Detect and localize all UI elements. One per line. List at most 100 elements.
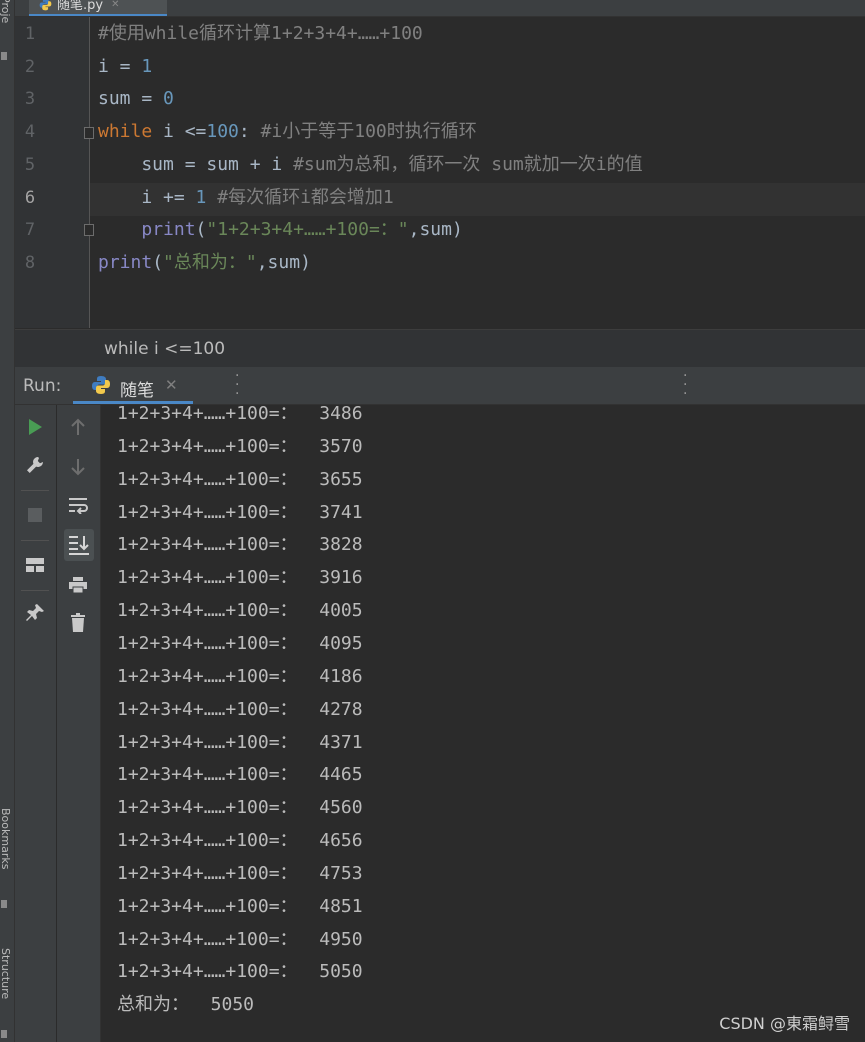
code-token: ( (195, 219, 207, 241)
bookmarks-tool-icon (1, 900, 7, 908)
code-line[interactable]: i = 1 (98, 55, 152, 79)
code-line[interactable]: sum = 0 (98, 87, 174, 111)
code-token: #使用while循环计算1+2+3+4+……+100 (98, 23, 423, 44)
console-line: 1+2+3+4+……+100=： 3916 (117, 567, 363, 589)
line-number: 5 (24, 154, 36, 175)
soft-wrap-icon[interactable] (64, 491, 92, 519)
run-toolbar-secondary (57, 405, 101, 1042)
console-line: 1+2+3+4+……+100=： 4656 (117, 830, 363, 852)
file-tab[interactable]: 随笔.py ✕ (29, 0, 167, 16)
run-tool-header: Run: 随笔 ✕ · · · · · · (15, 367, 865, 405)
breadcrumb-item[interactable]: while i <=100 (104, 339, 225, 359)
toolbar-separator (21, 540, 49, 541)
code-line[interactable]: while i <=100: #i小于等于100时执行循环 (98, 120, 477, 144)
code-token: #每次循环i都会增加1 (217, 186, 394, 208)
code-token: #sum为总和，循环一次 sum就加一次i的值 (293, 153, 643, 175)
python-run-icon (92, 376, 110, 394)
toolbar-separator (21, 490, 49, 491)
run-label: Run: (23, 376, 62, 396)
fold-open-icon[interactable] (84, 127, 94, 139)
close-run-tab-icon[interactable]: ✕ (165, 376, 178, 394)
project-tool-tab[interactable]: Proje (0, 0, 12, 23)
close-tab-icon[interactable]: ✕ (111, 0, 119, 10)
code-token: 1 (195, 186, 207, 208)
options-menu-icon[interactable]: · · · (683, 369, 687, 401)
code-line[interactable]: print("总和为：",sum) (98, 251, 311, 275)
code-token: "总和为：" (163, 251, 257, 273)
wrench-icon[interactable] (21, 451, 49, 479)
code-token: sum = (98, 88, 164, 110)
scroll-to-end-icon[interactable] (64, 529, 94, 561)
code-token: i = (98, 55, 142, 77)
code-token: sum = sum + i (98, 153, 294, 175)
structure-tool-tab[interactable]: Structure (0, 948, 12, 999)
code-line[interactable]: print("1+2+3+4+……+100=：",sum) (98, 218, 463, 242)
run-config-tab[interactable]: 随笔 ✕ (73, 367, 193, 404)
code-token: ,sum) (408, 219, 463, 241)
code-token: "1+2+3+4+……+100=：" (206, 219, 409, 241)
file-tab-label: 随笔.py (57, 0, 104, 13)
code-token: ,sum) (256, 251, 311, 273)
drag-handle-icon[interactable]: · · · (235, 369, 239, 401)
code-token: print (98, 251, 153, 273)
project-tool-icon (1, 52, 7, 60)
fold-end-icon[interactable] (84, 224, 94, 236)
console-line: 1+2+3+4+……+100=： 4753 (117, 862, 363, 884)
bookmarks-tool-tab[interactable]: Bookmarks (0, 808, 12, 869)
code-token: ( (152, 251, 164, 273)
run-toolbar-primary (15, 405, 57, 1042)
run-tab-label: 随笔 (120, 381, 154, 401)
line-number: 1 (24, 24, 36, 44)
side-tool-strip: Proje Bookmarks Structure (0, 0, 15, 1042)
console-line: 1+2+3+4+……+100=： 4560 (117, 797, 363, 819)
arrow-down-icon[interactable] (64, 453, 92, 481)
console-line: 1+2+3+4+……+100=： 4851 (117, 895, 363, 917)
line-number: 7 (24, 220, 36, 241)
console-line: 1+2+3+4+……+100=： 3486 (117, 405, 363, 424)
console-line: 1+2+3+4+……+100=： 3655 (117, 468, 363, 490)
structure-tool-icon (1, 1030, 7, 1038)
print-icon[interactable] (64, 571, 92, 599)
code-editor[interactable]: #使用while循环计算1+2+3+4+……+100 i = 1 sum = 0 wh… (15, 17, 865, 328)
editor-tab-bar: 随笔.py ✕ (15, 0, 865, 17)
code-token: : (238, 121, 261, 143)
line-number: 6 (24, 187, 36, 208)
console-line: 1+2+3+4+……+100=： 4278 (117, 698, 363, 720)
console-line: 1+2+3+4+……+100=： 3828 (117, 534, 363, 556)
code-token: 1 (141, 55, 153, 77)
breadcrumb[interactable]: while i <=100 (15, 329, 865, 367)
code-token: print (141, 219, 196, 241)
trash-icon[interactable] (64, 609, 92, 637)
code-token: i <= (152, 121, 207, 143)
line-number: 3 (24, 89, 36, 110)
code-token: while (98, 121, 153, 143)
code-line[interactable]: sum = sum + i #sum为总和，循环一次 sum就加一次i的值 (98, 153, 643, 177)
stop-icon[interactable] (21, 501, 49, 529)
line-number: 8 (24, 252, 36, 273)
code-token: i += (98, 186, 196, 208)
python-file-icon (39, 0, 52, 10)
code-token: 0 (163, 88, 174, 110)
code-token: #i小于等于100时执行循环 (260, 121, 477, 143)
console-line: 1+2+3+4+……+100=： 4950 (117, 928, 363, 950)
run-icon[interactable] (21, 413, 49, 441)
pin-icon[interactable] (21, 599, 49, 627)
console-output[interactable]: 1+2+3+4+……+100=： 3486 1+2+3+4+……+100=： 35… (101, 405, 865, 1042)
console-line: 1+2+3+4+……+100=： 3741 (117, 501, 363, 523)
arrow-up-icon[interactable] (64, 413, 92, 441)
console-line: 1+2+3+4+……+100=： 4095 (117, 632, 363, 654)
console-line: 总和为： 5050 (117, 994, 255, 1016)
console-line: 1+2+3+4+……+100=： 4465 (117, 764, 363, 786)
code-line[interactable]: i += 1 #每次循环i都会增加1 (98, 186, 394, 210)
line-number: 2 (24, 56, 36, 77)
console-line: 1+2+3+4+……+100=： 4186 (117, 665, 363, 687)
code-line[interactable]: #使用while循环计算1+2+3+4+……+100 (98, 22, 423, 46)
console-line: 1+2+3+4+……+100=： 4371 (117, 731, 363, 753)
watermark-text: CSDN @東霜鲟雪 (719, 1014, 850, 1033)
toolbar-separator (21, 590, 49, 591)
console-line: 1+2+3+4+……+100=： 4005 (117, 600, 363, 622)
line-number: 4 (24, 122, 36, 143)
layout-icon[interactable] (21, 551, 49, 579)
